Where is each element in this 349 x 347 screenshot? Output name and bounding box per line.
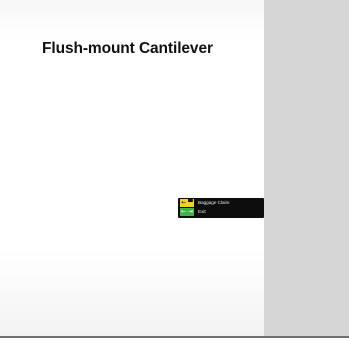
sign-row-exit: ← ⇥ Exit [178, 208, 264, 217]
sign-label-baggage-claim: Baggage Claim [198, 200, 230, 205]
sign-row-baggage-claim: ← ▀ Baggage Claim [178, 199, 264, 208]
ceiling [0, 0, 264, 40]
sign-label-exit: Exit [198, 209, 206, 214]
bottom-margin [0, 338, 349, 347]
cantilever-sign: ← ▀ Baggage Claim ← ⇥ Exit [178, 198, 264, 218]
floor [0, 250, 264, 338]
page-title: Flush-mount Cantilever [42, 40, 213, 57]
side-wall [264, 0, 349, 347]
arrow-left-baggage-icon: ← ▀ [180, 199, 194, 207]
arrow-left-exit-icon: ← ⇥ [180, 208, 194, 216]
scene: Flush-mount Cantilever ← ▀ Baggage Claim… [0, 0, 349, 347]
